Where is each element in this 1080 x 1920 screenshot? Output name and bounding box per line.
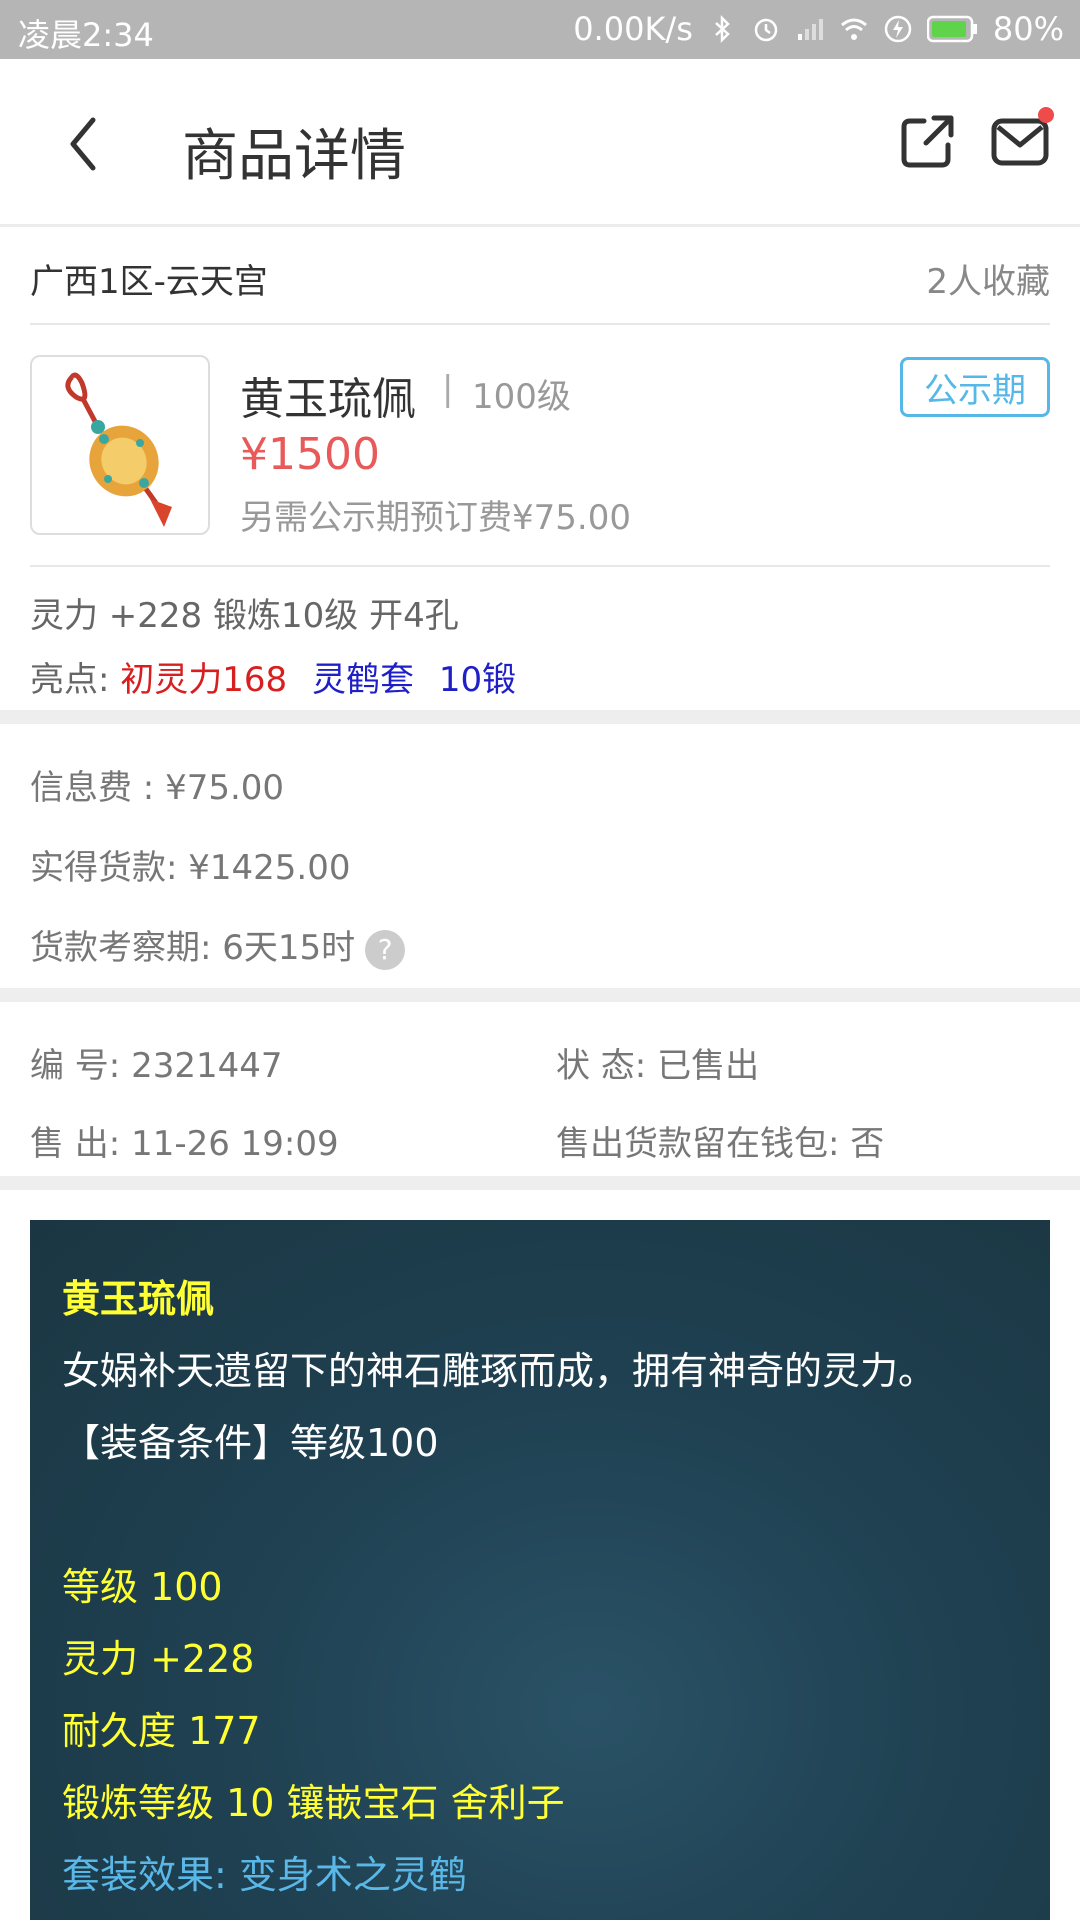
item-attributes: 灵力 +228 锻炼10级 开4孔 — [30, 596, 459, 636]
desc-intro: 女娲补天遗留下的神石雕琢而成，拥有神奇的灵力。 — [62, 1349, 937, 1393]
order-status: 状 态: 已售出 — [556, 1046, 760, 1086]
desc-forge: 锻炼等级 10 镶嵌宝石 舍利子 — [62, 1781, 565, 1825]
section-divider — [0, 988, 1080, 1002]
favorite-count[interactable]: 2人收藏 — [926, 254, 1050, 303]
server-row: 广西1区-云天宫 2人收藏 — [30, 230, 1050, 325]
desc-set-effect: 套装效果: 变身术之灵鹤 — [62, 1853, 467, 1897]
highlight-tag: 初灵力168 — [120, 660, 288, 700]
bluetooth-icon — [715, 14, 730, 44]
highlight-tag: 10锻 — [438, 660, 517, 700]
desc-durability: 耐久度 177 — [62, 1709, 261, 1753]
page-title: 商品详情 — [182, 124, 406, 189]
signal-icon — [797, 19, 823, 40]
name-separator: | — [442, 369, 454, 409]
desc-requirement: 【装备条件】等级100 — [62, 1421, 439, 1465]
server-name: 广西1区-云天宫 — [30, 262, 268, 302]
chevron-left-icon — [70, 117, 96, 171]
order-number: 编 号: 2321447 — [30, 1046, 283, 1086]
info-fee: 信息费 : ¥75.00 — [30, 768, 285, 808]
item-name: 黄玉琉佩 — [240, 374, 416, 425]
highlights-label: 亮点: — [30, 660, 110, 700]
item-highlights: 亮点: 初灵力168 灵鹤套 10锻 — [30, 652, 516, 701]
net-speed: 0.00K/s — [573, 10, 693, 48]
status-bar: 凌晨2:34 0.00K/s 80% — [0, 0, 1080, 59]
item-description-panel: 黄玉琉佩 女娲补天遗留下的神石雕琢而成，拥有神奇的灵力。 【装备条件】等级100… — [30, 1220, 1050, 1920]
item-level: 100级 — [472, 377, 571, 417]
share-button[interactable] — [900, 113, 956, 169]
battery-percent: 80% — [992, 10, 1064, 48]
desc-title: 黄玉琉佩 — [62, 1277, 215, 1321]
review-period: 货款考察期: 6天15时 — [30, 928, 356, 968]
highlight-tag: 灵鹤套 — [312, 660, 414, 700]
section-divider — [0, 1176, 1080, 1190]
desc-spirit: 灵力 +228 — [62, 1637, 255, 1681]
actual-payment: 实得货款: ¥1425.00 — [30, 848, 351, 888]
product-thumbnail[interactable] — [30, 355, 210, 535]
alarm-icon — [754, 18, 778, 42]
sold-time: 售 出: 11-26 19:09 — [30, 1124, 339, 1164]
wifi-icon — [840, 18, 867, 40]
question-circle-icon[interactable]: ? — [365, 929, 406, 970]
charging-icon — [884, 15, 912, 43]
back-button[interactable] — [52, 109, 112, 179]
jade-pendant-image — [65, 372, 172, 527]
status-time: 凌晨2:34 — [18, 16, 154, 54]
publicity-badge: 公示期 — [900, 357, 1050, 417]
mail-icon — [991, 118, 1049, 166]
status-icons: 0.00K/s 80% — [573, 10, 1064, 48]
notification-dot — [1038, 107, 1054, 123]
app-header: 商品详情 — [0, 59, 1080, 227]
wallet-option: 售出货款留在钱包: 否 — [556, 1124, 885, 1164]
share-external-icon — [901, 115, 954, 168]
battery-icon — [926, 15, 977, 43]
extra-fee: 另需公示期预订费¥75.00 — [240, 498, 631, 538]
product-summary: 黄玉琉佩 | 100级 ¥1500 另需公示期预订费¥75.00 公示期 — [30, 327, 1050, 567]
section-divider — [0, 710, 1080, 724]
desc-level: 等级 100 — [62, 1565, 223, 1609]
review-period-row: 货款考察期: 6天15时? — [30, 920, 406, 970]
item-price: ¥1500 — [240, 429, 380, 480]
